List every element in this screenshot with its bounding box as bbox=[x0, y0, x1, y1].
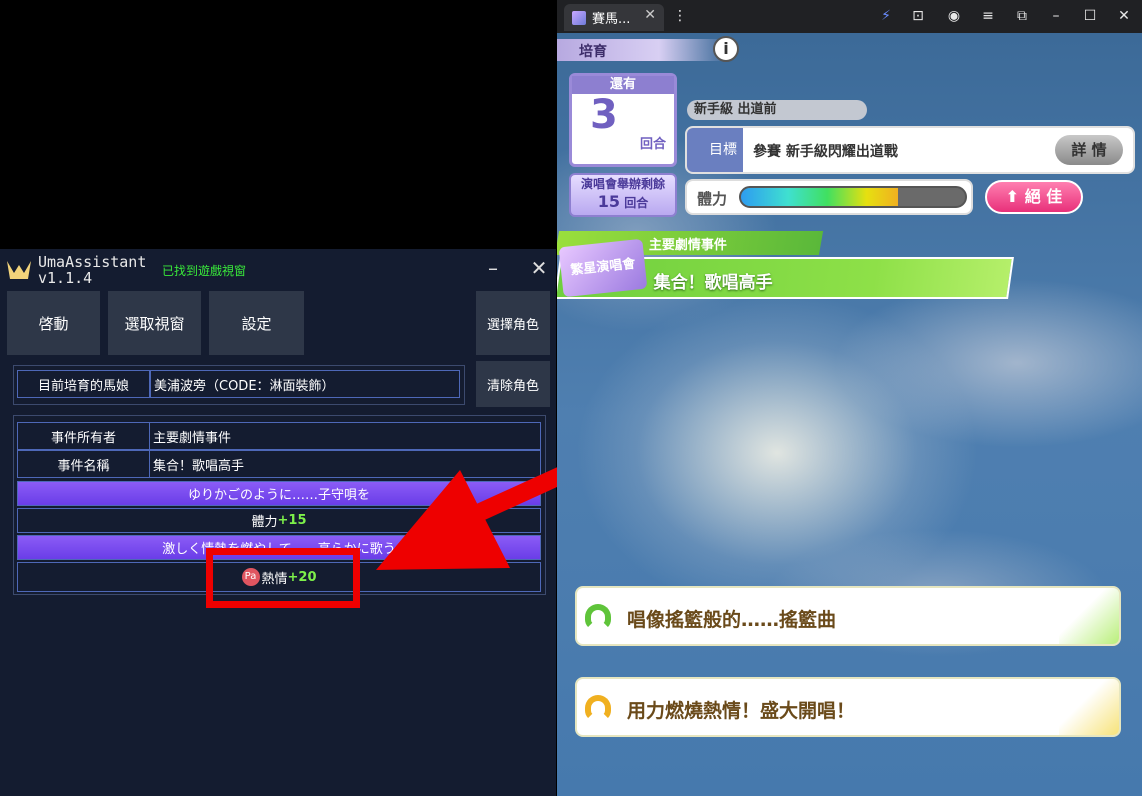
choice-1-effect: 體力 +15 bbox=[17, 508, 541, 533]
concert-label: 演唱會舉辦剩餘 bbox=[580, 177, 665, 191]
training-header-title: 培育 bbox=[579, 44, 607, 60]
horseshoe-icon bbox=[585, 604, 611, 630]
favicon-icon bbox=[572, 10, 586, 25]
info-icon[interactable]: i bbox=[713, 36, 739, 62]
details-button[interactable]: 詳 情 bbox=[1055, 135, 1123, 165]
maximize-icon[interactable]: ☐ bbox=[1079, 5, 1101, 27]
browser-chrome: 賽馬... ✕ ⋮ ⚡ ⊡ ◉ ≡ ⧉ – ☐ ✕ bbox=[557, 0, 1142, 33]
turns-remaining: 還有 3 回合 bbox=[569, 73, 677, 167]
menu-icon[interactable]: ≡ bbox=[977, 5, 999, 27]
option-1-corner bbox=[1059, 588, 1119, 644]
goal-bar: 目標 參賽 新手級閃耀出道戰 詳 情 bbox=[685, 126, 1135, 174]
highlight-box bbox=[206, 548, 360, 608]
option-2-button[interactable]: 用力燃燒熱情！盛大開唱！ bbox=[575, 677, 1121, 737]
choice-1-effect-value: +15 bbox=[277, 513, 307, 528]
rank-label: 新手級 出道前 bbox=[687, 100, 867, 120]
concert-unit: 回合 bbox=[624, 196, 649, 210]
choice-1-title: ゆりかごのように……子守唄を bbox=[17, 481, 541, 506]
account-icon[interactable]: ◉ bbox=[943, 5, 965, 27]
option-2-text: 用力燃燒熱情！盛大開唱！ bbox=[627, 700, 856, 722]
uma-assistant-window: UmaAssistant v1.1.4 已找到遊戲視窗 – ✕ 啓動 選取視窗 … bbox=[0, 249, 556, 796]
game-scene: 培育 i 還有 3 回合 演唱會舉辦剩餘 15 回合 新手級 出道前 目標 參賽… bbox=[557, 33, 1142, 796]
start-button[interactable]: 啓動 bbox=[7, 291, 100, 355]
goal-text: 參賽 新手級閃耀出道戰 bbox=[753, 144, 898, 160]
option-1-text: 唱像搖籃般的……搖籃曲 bbox=[627, 609, 837, 631]
stamina-bar: 體力 bbox=[685, 179, 973, 215]
current-horse-value: 美浦波旁（CODE：淋面裝飾） bbox=[150, 370, 460, 398]
event-type: 主要劇情事件 bbox=[648, 238, 727, 253]
select-character-button[interactable]: 選擇角色 bbox=[476, 291, 550, 355]
app-logo-icon bbox=[7, 261, 31, 279]
event-name-label: 事件名稱 bbox=[17, 450, 150, 478]
screenshot-icon[interactable]: ⧉ bbox=[1011, 5, 1033, 27]
event-owner-value: 主要劇情事件 bbox=[149, 422, 541, 450]
training-header: 培育 bbox=[557, 39, 727, 61]
gamepad-icon[interactable]: ⊡ bbox=[907, 5, 929, 27]
choice-1-effect-stat: 體力 bbox=[251, 515, 278, 530]
stamina-label: 體力 bbox=[697, 190, 728, 208]
boost-icon[interactable]: ⚡ bbox=[875, 5, 897, 27]
turns-number: 3 bbox=[590, 92, 618, 138]
tab-close-icon[interactable]: ✕ bbox=[644, 7, 656, 23]
select-window-button[interactable]: 選取視窗 bbox=[108, 291, 201, 355]
settings-button[interactable]: 設定 bbox=[209, 291, 304, 355]
minimize-icon[interactable]: – bbox=[480, 255, 506, 281]
game-window: 賽馬... ✕ ⋮ ⚡ ⊡ ◉ ≡ ⧉ – ☐ ✕ 培育 i 還有 3 回合 演… bbox=[557, 0, 1142, 796]
connection-status: 已找到遊戲視窗 bbox=[162, 264, 247, 278]
mood-badge[interactable]: ⬆ 絕 佳 bbox=[985, 180, 1083, 214]
goal-tag: 目標 bbox=[687, 128, 743, 172]
option-1-button[interactable]: 唱像搖籃般的……搖籃曲 bbox=[575, 586, 1121, 646]
turns-header: 還有 bbox=[572, 76, 674, 94]
app-name: UmaAssistant v1.1.4 bbox=[38, 253, 147, 287]
event-name-value: 集合！歌唱高手 bbox=[149, 450, 541, 478]
concert-logo: 繁星演唱會 bbox=[558, 238, 648, 298]
option-2-corner bbox=[1059, 679, 1119, 735]
more-options-icon[interactable]: ⋮ bbox=[669, 5, 691, 27]
horseshoe-icon bbox=[585, 695, 611, 721]
stamina-fill bbox=[741, 188, 898, 206]
event-title: 集合！歌唱高手 bbox=[653, 273, 773, 293]
concert-turns: 15 bbox=[597, 192, 621, 211]
turns-unit: 回合 bbox=[640, 137, 667, 152]
minimize-icon[interactable]: – bbox=[1045, 5, 1067, 27]
event-owner-label: 事件所有者 bbox=[17, 422, 150, 450]
current-horse-label: 目前培育的馬娘 bbox=[17, 370, 150, 398]
browser-tab[interactable]: 賽馬... ✕ bbox=[564, 4, 664, 31]
close-icon[interactable]: ✕ bbox=[526, 255, 552, 281]
tab-title: 賽馬... bbox=[592, 12, 631, 27]
concert-countdown: 演唱會舉辦剩餘 15 回合 bbox=[569, 173, 677, 217]
clear-character-button[interactable]: 清除角色 bbox=[476, 361, 550, 407]
current-horse-panel: 目前培育的馬娘 美浦波旁（CODE：淋面裝飾） bbox=[13, 365, 465, 405]
stamina-track bbox=[739, 186, 967, 208]
mood-text: 絕 佳 bbox=[1024, 187, 1063, 206]
close-icon[interactable]: ✕ bbox=[1113, 5, 1135, 27]
assistant-titlebar: UmaAssistant v1.1.4 已找到遊戲視窗 – ✕ bbox=[0, 249, 556, 289]
